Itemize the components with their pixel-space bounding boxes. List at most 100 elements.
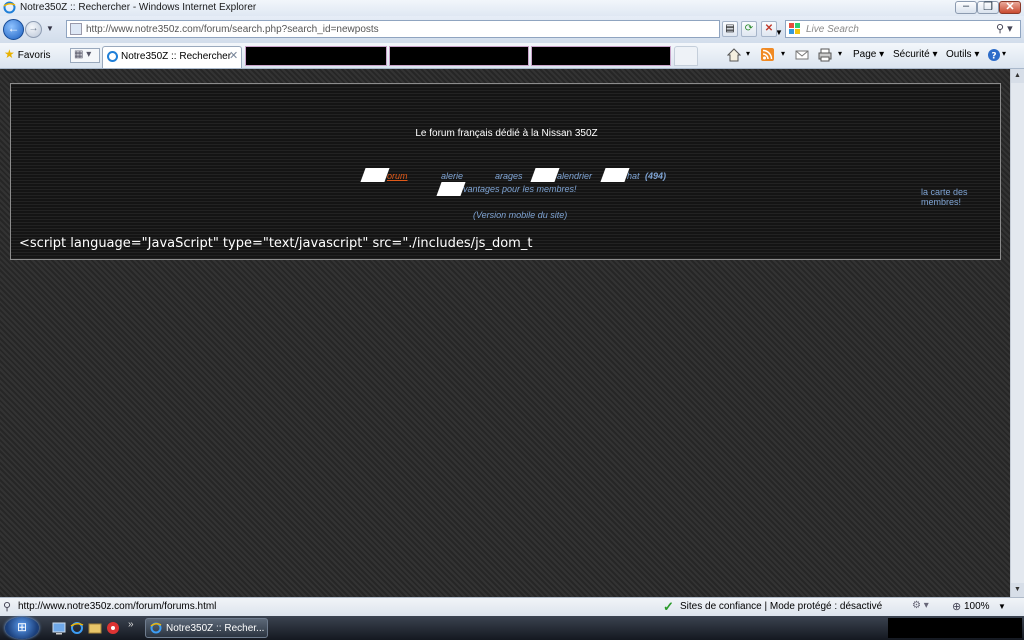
show-desktop-icon[interactable] bbox=[52, 621, 66, 635]
favorites-label: Favoris bbox=[17, 50, 51, 61]
ie-logo-icon bbox=[150, 622, 162, 634]
refresh-button[interactable]: ⟳ bbox=[741, 21, 757, 37]
tab-toolbar: ★ Favoris ▦ ▾ Notre350Z :: Rechercher ✕ ▾… bbox=[0, 43, 1024, 69]
search-icon: ⚲ bbox=[3, 601, 12, 613]
favorites-button[interactable]: ★ Favoris bbox=[4, 47, 51, 64]
tab-redacted-1[interactable] bbox=[245, 46, 387, 66]
mail-icon[interactable] bbox=[795, 48, 809, 62]
arrow-left-icon: ← bbox=[7, 21, 20, 35]
minimize-icon: – bbox=[962, 0, 970, 12]
stop-button[interactable]: ✕ bbox=[761, 21, 777, 37]
windows-logo-icon bbox=[789, 23, 800, 34]
explorer-quicklaunch-icon[interactable] bbox=[88, 621, 102, 635]
tools-menu-label: Outils bbox=[946, 49, 972, 60]
ie-logo-icon bbox=[3, 1, 16, 14]
forum-tagline: Le forum français dédié à la Nissan 350Z bbox=[415, 128, 598, 139]
maximize-button[interactable]: ❐ bbox=[977, 1, 999, 14]
feed-dropdown-icon[interactable]: ▾ bbox=[781, 49, 785, 58]
page-icon bbox=[70, 23, 82, 35]
system-tray-redacted bbox=[888, 618, 1022, 638]
address-url: http://www.notre350z.com/forum/search.ph… bbox=[86, 24, 379, 35]
tab-close-icon[interactable]: ✕ bbox=[229, 49, 238, 62]
tab-redacted-3[interactable] bbox=[531, 46, 671, 66]
back-button[interactable]: ← bbox=[3, 19, 24, 40]
windows-logo-icon: ⊞ bbox=[16, 620, 28, 634]
print-dropdown-icon[interactable]: ▾ bbox=[838, 49, 842, 58]
page-viewport: Le forum français dédié à la Nissan 350Z… bbox=[0, 69, 1010, 597]
status-url: http://www.notre350z.com/forum/forums.ht… bbox=[18, 601, 217, 612]
nav-link-gallery[interactable]: alerie bbox=[441, 171, 463, 181]
tab-label: Notre350Z :: Rechercher bbox=[121, 51, 232, 62]
scroll-down-icon[interactable]: ▼ bbox=[1011, 583, 1024, 597]
quick-tabs-button[interactable]: ▦ ▾ bbox=[70, 48, 100, 63]
help-dropdown-icon[interactable]: ▾ bbox=[1002, 49, 1006, 58]
star-icon: ★ bbox=[4, 47, 15, 61]
quicklaunch-overflow-icon[interactable]: » bbox=[128, 619, 134, 630]
address-input[interactable]: http://www.notre350z.com/forum/search.ph… bbox=[66, 20, 783, 38]
search-placeholder: Live Search bbox=[806, 24, 859, 35]
compat-view-button[interactable]: ▤ bbox=[722, 21, 738, 37]
loading-icon bbox=[107, 51, 118, 62]
minimize-button[interactable]: – bbox=[955, 0, 977, 14]
zoom-dropdown-icon[interactable]: ▼ bbox=[998, 602, 1006, 611]
security-menu-label: Sécurité bbox=[893, 49, 930, 60]
status-bar: ⚲ http://www.notre350z.com/forum/forums.… bbox=[0, 597, 1024, 616]
nav-link-chat[interactable]: hat bbox=[627, 171, 640, 181]
compat-icon: ▤ bbox=[725, 23, 735, 34]
new-tab-button[interactable] bbox=[674, 46, 698, 66]
history-dropdown-icon[interactable]: ▼ bbox=[46, 24, 54, 33]
search-icon[interactable]: ⚲ ▾ bbox=[996, 22, 1013, 35]
mobile-version-link[interactable]: (Version mobile du site) bbox=[473, 210, 567, 220]
address-toolbar: ← → ▼ http://www.notre350z.com/forum/sea… bbox=[0, 16, 1024, 43]
scroll-up-icon[interactable]: ▲ bbox=[1011, 69, 1024, 83]
stop-icon: ✕ bbox=[764, 23, 774, 34]
help-icon[interactable]: ? bbox=[987, 48, 1001, 62]
media-quicklaunch-icon[interactable] bbox=[106, 621, 120, 635]
tab-notre350z[interactable]: Notre350Z :: Rechercher ✕ bbox=[102, 46, 242, 68]
home-icon[interactable] bbox=[726, 48, 742, 62]
arrow-right-icon: → bbox=[28, 23, 39, 34]
nav-link-advantages[interactable]: vantages pour les membres! bbox=[463, 184, 577, 194]
printer-icon[interactable] bbox=[818, 48, 832, 62]
protected-mode-icon[interactable]: ⚙ ▾ bbox=[912, 600, 929, 611]
window-title-bar: Notre350Z :: Rechercher - Windows Intern… bbox=[0, 0, 1024, 17]
taskbar-item-ie[interactable]: Notre350Z :: Recher... bbox=[145, 618, 268, 638]
restore-icon: ❐ bbox=[983, 1, 993, 13]
tab-redacted-2[interactable] bbox=[389, 46, 529, 66]
ie-quicklaunch-icon[interactable] bbox=[70, 621, 84, 635]
live-search-input[interactable]: Live Search ⚲ ▾ bbox=[785, 20, 1021, 38]
member-map-line-1: la carte des bbox=[921, 187, 968, 197]
tools-menu[interactable]: Outils ▾ bbox=[946, 49, 979, 60]
nav-link-forum[interactable]: orum bbox=[387, 171, 408, 181]
checkmark-icon: ✓ bbox=[663, 599, 674, 614]
forward-button[interactable]: → bbox=[25, 21, 42, 38]
calendar-logo-letter bbox=[530, 168, 560, 182]
nav-link-garages[interactable]: arages bbox=[495, 171, 523, 181]
advantages-logo-letter bbox=[436, 182, 466, 196]
vertical-scrollbar[interactable]: ▲ ▼ bbox=[1010, 69, 1024, 597]
chat-logo-letter bbox=[600, 168, 630, 182]
window-title: Notre350Z :: Rechercher - Windows Intern… bbox=[20, 2, 257, 13]
zoom-level[interactable]: 100% bbox=[964, 601, 990, 612]
taskbar-item-label: Notre350Z :: Recher... bbox=[166, 623, 265, 634]
member-map-link[interactable]: la carte des membres! bbox=[921, 187, 968, 207]
security-zone[interactable]: Sites de confiance | Mode protégé : désa… bbox=[680, 601, 882, 612]
rss-feed-icon[interactable] bbox=[761, 48, 775, 62]
forum-nav: orum alerie arages alendrier hat (494) bbox=[360, 168, 701, 184]
quick-tabs-icon: ▦ ▾ bbox=[74, 49, 92, 60]
windows-taskbar: ⊞ » Notre350Z :: Recher... bbox=[0, 616, 1024, 640]
forum-header: Le forum français dédié à la Nissan 350Z… bbox=[10, 83, 1001, 260]
member-map-line-2: membres! bbox=[921, 197, 962, 207]
start-button[interactable]: ⊞ bbox=[5, 617, 39, 639]
home-dropdown-icon[interactable]: ▾ bbox=[746, 49, 750, 58]
forum-logo-letter bbox=[360, 168, 390, 182]
page-menu-label: Page bbox=[853, 49, 877, 60]
close-icon: ✕ bbox=[1005, 1, 1015, 13]
page-menu[interactable]: Page ▾ bbox=[853, 49, 884, 60]
refresh-icon: ⟳ bbox=[744, 23, 754, 34]
raw-script-text: <script language="JavaScript" type="text… bbox=[19, 236, 533, 251]
nav-link-calendar[interactable]: alendrier bbox=[557, 171, 592, 181]
close-window-button[interactable]: ✕ bbox=[999, 1, 1021, 14]
security-menu[interactable]: Sécurité ▾ bbox=[893, 49, 938, 60]
chat-count: (494) bbox=[645, 171, 667, 181]
